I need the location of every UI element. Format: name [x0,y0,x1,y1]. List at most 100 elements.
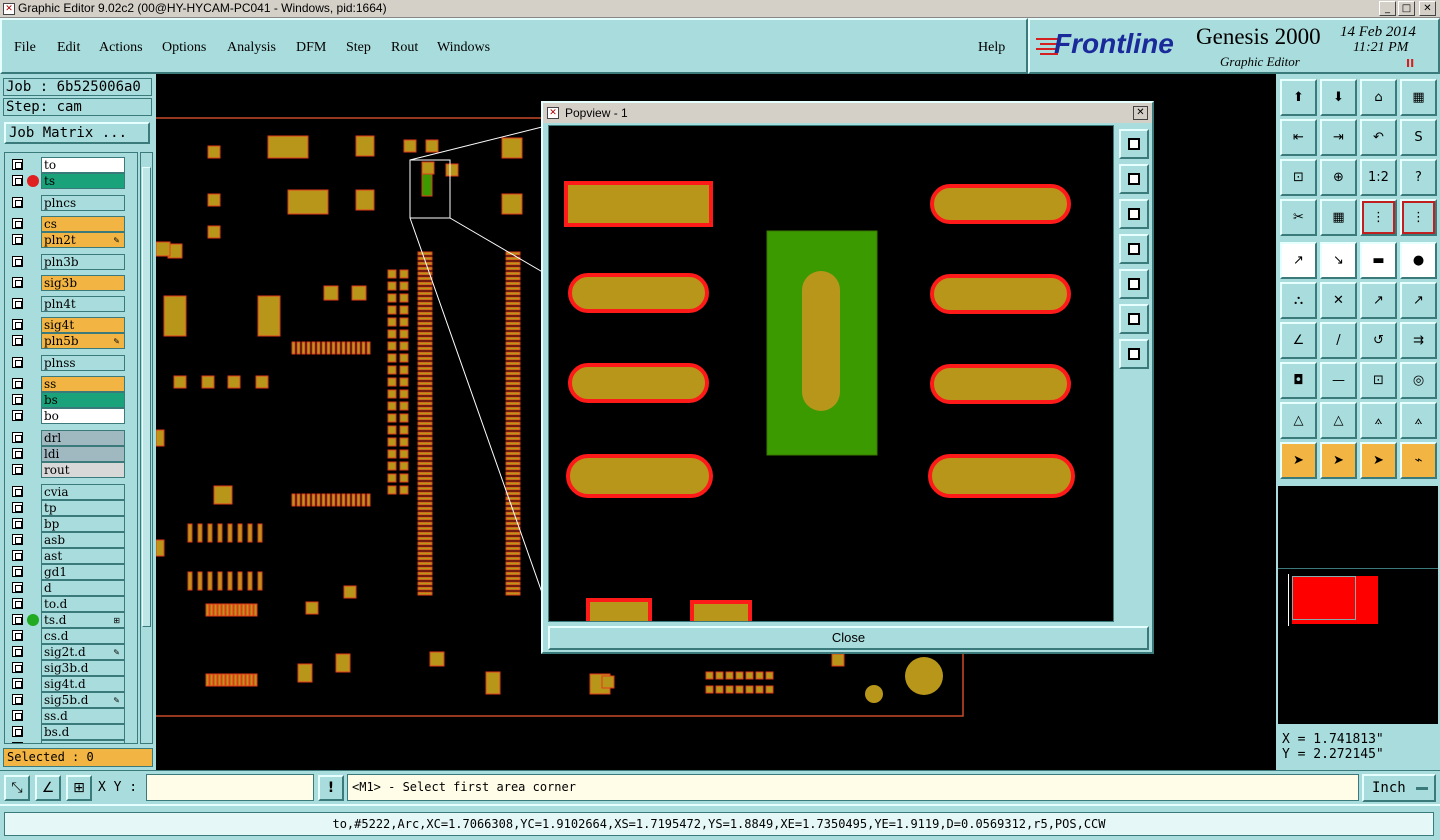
layer-name[interactable]: cs [41,216,125,232]
layer-checkbox[interactable] [12,432,23,443]
layer-checkbox[interactable] [12,357,23,368]
scale-icon[interactable]: 1:2 [1360,159,1397,196]
home-icon[interactable]: ⌂ [1360,79,1397,116]
layer-row[interactable]: sig4t.d [5,676,137,692]
layer-row[interactable]: ts.d ⊞ [5,612,137,628]
group-icon[interactable]: ◎ [1400,362,1437,399]
layer-checkbox[interactable] [12,662,23,673]
layer-name[interactable]: ts [41,173,125,189]
split-icon[interactable]: — [1320,362,1357,399]
triangle-icon[interactable]: △ [1280,402,1317,439]
layer-checkbox[interactable] [12,218,23,229]
layer-row[interactable]: bs [5,392,137,408]
home-top-icon[interactable]: ⬆ [1280,79,1317,116]
triangle2-icon[interactable]: △ [1320,402,1357,439]
pan-left-icon[interactable]: ⇤ [1280,119,1317,156]
layer-name[interactable]: sig2t.d ✎ [41,644,125,660]
layer-name[interactable]: to [41,157,125,173]
layer-name[interactable]: sig3b.d [41,660,125,676]
layer-name[interactable]: cvia [41,484,125,500]
job-matrix-button[interactable]: Job Matrix ... [4,122,150,144]
layer-name[interactable]: plnss [41,355,125,371]
layer-checkbox[interactable] [12,742,23,743]
layer-checkbox[interactable] [12,630,23,641]
layer-checkbox[interactable] [12,159,23,170]
rotate-icon[interactable]: ↺ [1360,322,1397,359]
layer-row[interactable]: pln5b ✎ [5,333,137,349]
popview-pan-down-button[interactable] [1119,199,1149,229]
layer-checkbox[interactable] [12,197,23,208]
layer-row[interactable]: bo [5,408,137,424]
layer-name[interactable]: sig5b.d ✎ [41,692,125,708]
pad-icon[interactable]: ◘ [1280,362,1317,399]
measure-icon[interactable]: ✂ [1280,199,1317,236]
layer-checkbox[interactable] [12,335,23,346]
pan-down-icon[interactable]: ⬇ [1320,79,1357,116]
excl-button[interactable]: ! [318,775,344,801]
layer-checkbox[interactable] [12,298,23,309]
layer-row[interactable]: drl [5,430,137,446]
layers-red2-icon[interactable]: ⋮ [1400,199,1437,236]
layer-checkbox[interactable] [12,550,23,561]
popview-canvas[interactable] [548,125,1114,622]
layer-row[interactable]: ldi [5,446,137,462]
layer-row[interactable]: pln2t ✎ [5,232,137,248]
line-icon[interactable]: / [1320,322,1357,359]
grid-snap-icon[interactable]: ⊞ [66,775,92,801]
layer-name[interactable]: ts.d ⊞ [41,612,125,628]
layer-checkbox[interactable] [12,598,23,609]
layer-name[interactable]: bs [41,392,125,408]
popview-close-icon[interactable]: ✕ [1133,106,1148,120]
layers-red-icon[interactable]: ⋮ [1360,199,1397,236]
triangle3-icon[interactable]: ⟑ [1360,402,1397,439]
snap-icon[interactable]: ⤡ [4,775,30,801]
layer-name[interactable]: d [41,580,125,596]
layer-row[interactable]: pln3b [5,254,137,270]
layer-name[interactable]: plncs [41,195,125,211]
layer-checkbox[interactable] [12,646,23,657]
close-window-button[interactable]: ✕ [1419,1,1436,16]
menu-help[interactable]: Help [978,40,1005,56]
layer-row[interactable]: tp [5,500,137,516]
layer-checkbox[interactable] [12,518,23,529]
layer-name[interactable]: ast [41,548,125,564]
layer-name[interactable]: pln4t [41,296,125,312]
layer-checkbox[interactable] [12,464,23,475]
overview-map[interactable] [1278,486,1438,724]
menu-options[interactable]: Options [162,40,206,56]
layer-checkbox[interactable] [12,410,23,421]
layer-name[interactable]: ss [41,376,125,392]
layer-checkbox[interactable] [12,394,23,405]
layer-row[interactable]: ts [5,173,137,189]
menu-rout[interactable]: Rout [391,40,418,56]
maximize-button[interactable]: □ [1398,1,1415,16]
layer-row[interactable]: plnss [5,355,137,371]
add-line-icon[interactable]: ↗ [1360,282,1397,319]
cross-icon[interactable]: ✕ [1320,282,1357,319]
minimize-button[interactable]: _ [1379,1,1396,16]
layer-name[interactable]: gd1 [41,564,125,580]
menu-edit[interactable]: Edit [57,40,80,56]
layer-checkbox[interactable] [12,378,23,389]
layer-name[interactable]: asb [41,532,125,548]
angle-snap-icon[interactable]: ∠ [35,775,61,801]
layer-name[interactable]: bo [41,408,125,424]
fit-icon[interactable]: ⊡ [1280,159,1317,196]
layer-row[interactable]: ss [5,376,137,392]
layer-row[interactable]: to [5,157,137,173]
triangle4-icon[interactable]: ⟑ [1400,402,1437,439]
layer-row[interactable]: ss.d [5,708,137,724]
layer-checkbox[interactable] [12,534,23,545]
layer-name[interactable]: drl [41,430,125,446]
popview-close-button[interactable]: Close [548,626,1149,650]
layer-row[interactable]: cs.d [5,628,137,644]
select-icon[interactable]: ↗ [1280,242,1317,279]
layer-name[interactable]: pln5b ✎ [41,333,125,349]
layer-row[interactable]: bp [5,516,137,532]
layer-name[interactable]: tp [41,500,125,516]
angle-icon[interactable]: ∠ [1280,322,1317,359]
layer-checkbox[interactable] [12,319,23,330]
layer-name[interactable]: sig4t.d [41,676,125,692]
circle-icon[interactable]: ● [1400,242,1437,279]
cut-icon[interactable]: ↘ [1320,242,1357,279]
